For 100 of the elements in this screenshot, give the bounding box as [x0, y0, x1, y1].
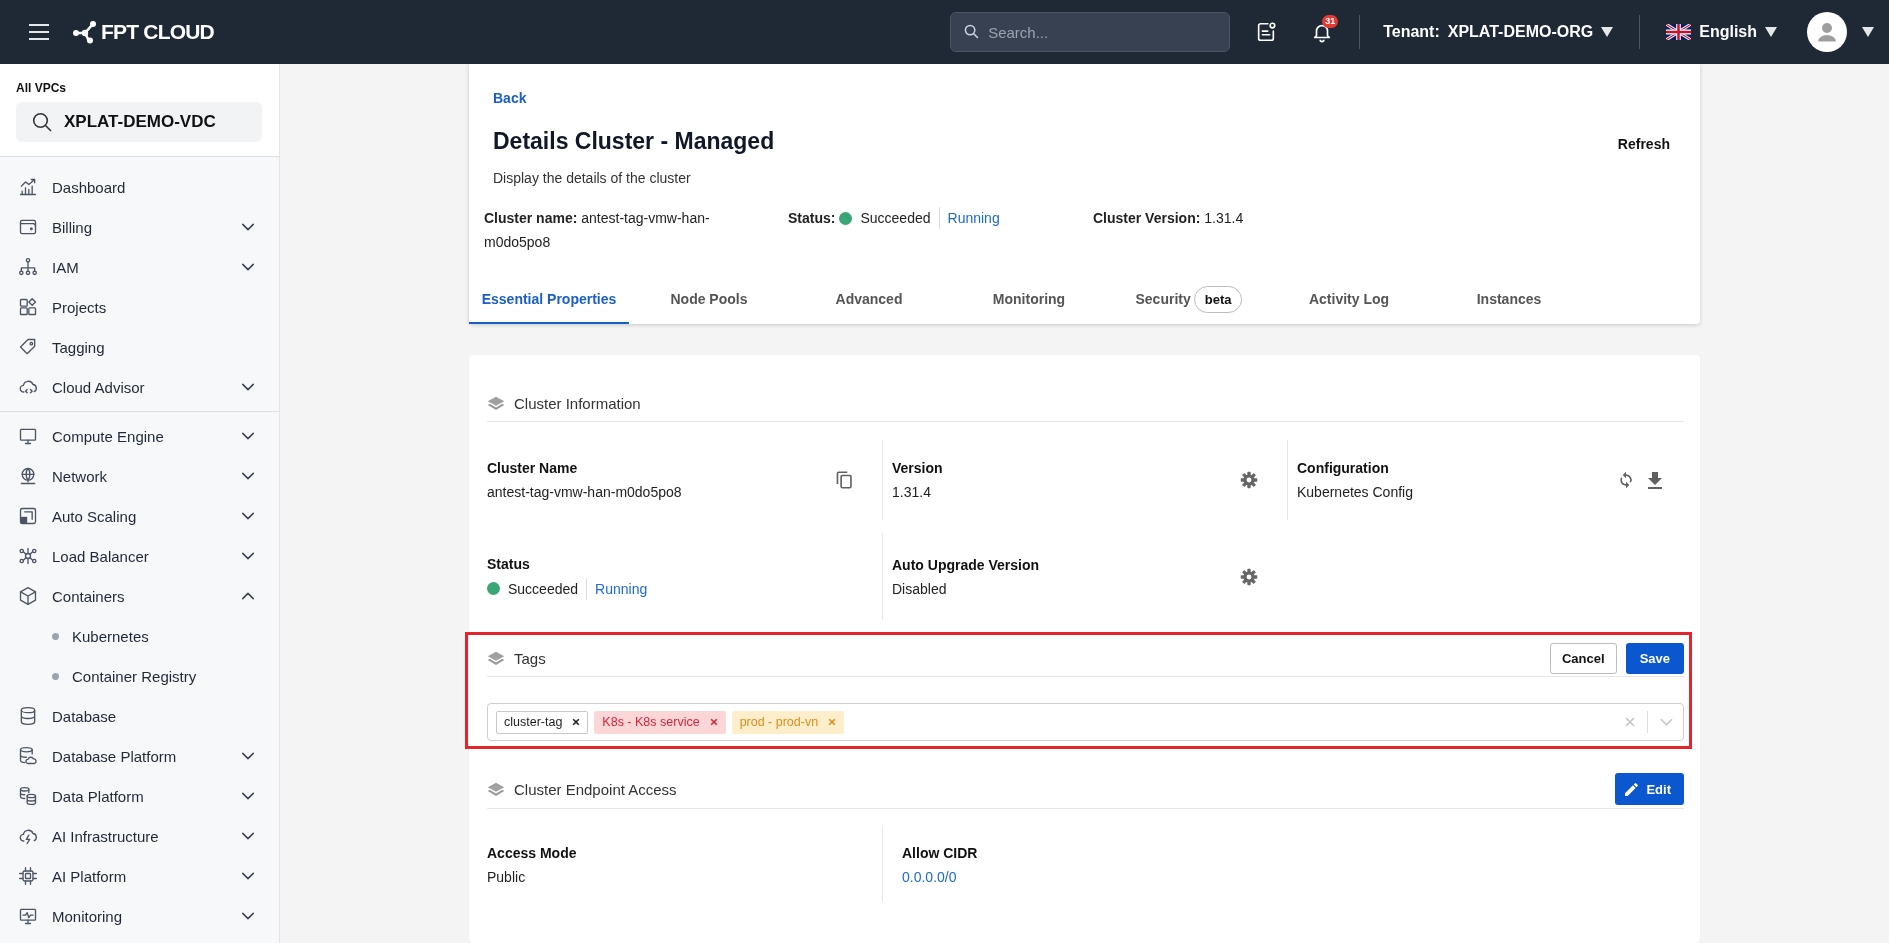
vpc-selector[interactable]: XPLAT-DEMO-VDC	[16, 102, 262, 142]
tab[interactable]: Activity Log	[1269, 276, 1429, 324]
field-value: antest-tag-vmw-han-m0do5po8	[487, 483, 683, 502]
sidebar-item[interactable]: Tagging	[0, 327, 279, 367]
status-label: Status:	[788, 209, 836, 228]
running-link[interactable]: Running	[947, 206, 1000, 230]
page-title: Details Cluster - Managed	[493, 127, 775, 156]
sidebar-item[interactable]: Billing	[0, 207, 279, 247]
sidebar-item[interactable]: Data Platform	[0, 776, 279, 816]
databases-icon	[18, 786, 38, 806]
notification-badge: 31	[1322, 15, 1339, 28]
cube-icon	[18, 586, 38, 606]
tenant-selector[interactable]: Tenant: XPLAT-DEMO-ORG	[1383, 23, 1614, 41]
bullet-icon	[52, 632, 59, 640]
tag-label: prod - prod-vn	[739, 715, 819, 729]
language-selector[interactable]: English	[1666, 23, 1777, 41]
field-label: Configuration	[1297, 459, 1390, 478]
field-label: Status	[487, 554, 531, 574]
field-label: Auto Upgrade Version	[892, 555, 1041, 575]
wallet-icon	[18, 217, 38, 237]
sidebar-item[interactable]: Cloud Advisor	[0, 367, 279, 407]
sidebar-item[interactable]: Monitoring	[0, 896, 279, 936]
layers-icon	[487, 395, 505, 411]
status-text: Succeeded	[860, 209, 931, 228]
field-label: Access Mode	[487, 843, 577, 863]
sidebar-subitem[interactable]: Kubernetes	[0, 616, 279, 656]
settings-icon[interactable]	[1240, 567, 1258, 586]
field-label: Version	[892, 459, 944, 478]
tab[interactable]: Essential Properties	[469, 276, 629, 324]
field-value: 1.31.4	[892, 483, 932, 502]
tab[interactable]: Advanced	[789, 276, 949, 324]
settings-icon[interactable]	[1240, 471, 1258, 489]
sidebar-item[interactable]: Database	[0, 696, 279, 736]
hierarchy-icon	[18, 257, 38, 277]
edit-button[interactable]: Edit	[1615, 773, 1684, 805]
status-dot-icon	[839, 211, 853, 225]
globe-icon	[18, 466, 38, 486]
tab-badge: beta	[1193, 285, 1243, 313]
tab[interactable]: Instances	[1429, 276, 1589, 324]
caret-icon	[1765, 27, 1777, 37]
refresh-button[interactable]: Refresh	[1611, 130, 1676, 158]
sidebar-item[interactable]: Compute Engine	[0, 416, 279, 456]
pencil-icon	[1625, 782, 1639, 796]
menu-icon[interactable]	[28, 24, 50, 40]
running-link[interactable]: Running	[595, 578, 648, 599]
cancel-button[interactable]: Cancel	[1550, 643, 1617, 674]
scaling-icon	[18, 506, 38, 526]
search-icon	[964, 24, 980, 39]
save-button[interactable]: Save	[1625, 643, 1684, 674]
status-text: Succeeded	[508, 579, 579, 599]
section-title: Cluster Endpoint Access	[514, 780, 678, 798]
tag-icon	[18, 337, 38, 357]
bullet-icon	[52, 672, 59, 680]
tags-input-field[interactable]: cluster-tag K8s - K8s service prod - prod-vn	[487, 703, 1684, 741]
cluster-version-text: Cluster Version: 1.31.4	[1093, 209, 1245, 228]
tab[interactable]: Security beta	[1109, 276, 1269, 324]
sidebar-item[interactable]: Containers	[0, 576, 279, 616]
sidebar-item[interactable]: IAM	[0, 247, 279, 287]
sidebar-item[interactable]: Network	[0, 456, 279, 496]
close-icon[interactable]	[572, 718, 581, 726]
layers-icon	[487, 651, 505, 666]
section-title: Cluster Information	[514, 394, 641, 412]
sidebar-item[interactable]: AI Infrastructure	[0, 816, 279, 856]
sidebar-item[interactable]: Dashboard	[0, 167, 279, 207]
cidr-link[interactable]: 0.0.0.0/0	[902, 868, 957, 885]
field-label: Allow CIDR	[902, 843, 978, 863]
tag-label: cluster-tag	[504, 715, 563, 729]
sidebar-item[interactable]: AI Platform	[0, 856, 279, 896]
search-field[interactable]: Search...	[950, 12, 1231, 52]
search-icon	[32, 112, 52, 132]
download-icon[interactable]	[1648, 471, 1662, 489]
chart-icon	[18, 177, 38, 197]
page-subtitle: Display the details of the cluster	[493, 169, 692, 188]
copy-icon[interactable]	[835, 471, 853, 489]
sidebar-item[interactable]: Projects	[0, 287, 279, 327]
database-icon	[18, 706, 38, 726]
monitor-pulse-icon	[18, 906, 38, 926]
sidebar-item[interactable]: Auto Scaling	[0, 496, 279, 536]
tab[interactable]: Node Pools	[629, 276, 789, 324]
chip-icon	[18, 866, 38, 886]
back-link[interactable]: Back	[493, 88, 527, 108]
database-cloud-icon	[18, 746, 38, 766]
field-value: Disabled	[892, 579, 948, 599]
flag-icon	[1666, 24, 1692, 40]
cluster-name-text: Cluster name: antest-tag-vmw-han-m0do5po8	[484, 209, 711, 252]
tab[interactable]: Monitoring	[949, 276, 1109, 324]
logo-nodes-icon	[72, 20, 98, 44]
field-value: Kubernetes Config	[1297, 483, 1414, 502]
field-value: Public	[487, 867, 527, 887]
status-dot-icon	[487, 582, 500, 595]
sidebar-item[interactable]: Load Balancer	[0, 536, 279, 576]
nodes-icon	[18, 546, 38, 566]
sidebar-item[interactable]: Database Platform	[0, 736, 279, 776]
refresh-icon[interactable]	[1617, 471, 1635, 489]
caret-icon	[1601, 27, 1614, 37]
document-icon[interactable]	[1255, 21, 1278, 43]
caret-icon[interactable]	[1862, 27, 1874, 37]
brand-name: FPT CLOUD	[101, 20, 214, 44]
sidebar-subitem[interactable]: Container Registry	[0, 656, 279, 696]
avatar-icon[interactable]	[1807, 12, 1847, 52]
